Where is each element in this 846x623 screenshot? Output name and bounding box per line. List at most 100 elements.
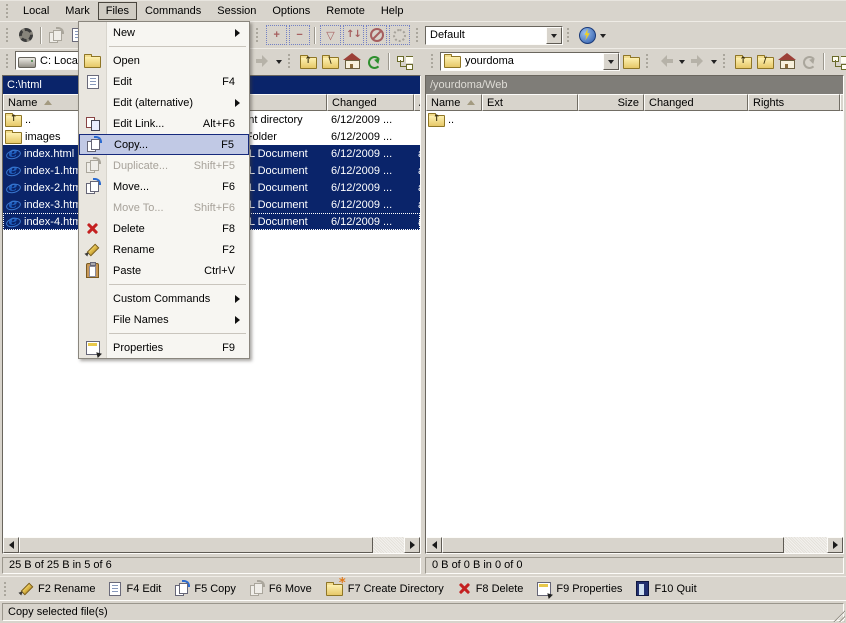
toolbar-grip[interactable] xyxy=(567,28,572,42)
forward-history-dropdown[interactable] xyxy=(709,52,719,70)
explore-directory-button-left[interactable]: \ xyxy=(319,51,341,71)
synchronize-button[interactable] xyxy=(45,25,67,45)
unselect-button[interactable]: − xyxy=(289,25,310,45)
session-combo-arrow[interactable] xyxy=(546,27,562,44)
menu-item-move[interactable]: Move...F6 xyxy=(79,176,249,197)
scrollbar-thumb[interactable] xyxy=(442,537,784,553)
column-name[interactable]: Name xyxy=(426,94,482,111)
forward-arrow-icon xyxy=(691,55,705,67)
toolbar-grip[interactable] xyxy=(288,54,293,68)
menu-options[interactable]: Options xyxy=(264,2,318,20)
preferences-button[interactable] xyxy=(15,25,37,45)
scroll-left-button[interactable] xyxy=(426,537,442,553)
select-button[interactable]: + xyxy=(266,25,287,45)
drive-icon xyxy=(18,57,36,68)
column-owner[interactable]: Owner xyxy=(840,94,843,111)
f4-edit-button[interactable]: F4 Edit xyxy=(102,580,168,598)
file-row[interactable]: ↑.. xyxy=(426,111,843,128)
menu-item-edit[interactable]: EditF4 xyxy=(79,71,249,92)
session-combo[interactable]: Default xyxy=(425,26,563,45)
column-rights[interactable]: Rights xyxy=(748,94,840,111)
directory-tree-button-right[interactable] xyxy=(828,51,846,71)
restore-selection-button[interactable] xyxy=(389,25,410,45)
directory-tree-button-left[interactable] xyxy=(393,51,415,71)
column-size[interactable]: Size xyxy=(578,94,644,111)
column-attr[interactable]: Attr xyxy=(414,94,420,111)
toolbar-grip[interactable] xyxy=(4,582,9,596)
menu-item-paste[interactable]: PasteCtrl+V xyxy=(79,260,249,281)
remote-horizontal-scrollbar[interactable] xyxy=(426,537,843,553)
menu-commands[interactable]: Commands xyxy=(137,2,209,20)
toolbar-grip[interactable] xyxy=(646,54,651,68)
toolbar-grip[interactable] xyxy=(6,28,11,42)
menu-files[interactable]: Files xyxy=(98,2,137,20)
column-changed[interactable]: Changed xyxy=(644,94,748,111)
column-name[interactable]: Name xyxy=(3,94,79,111)
f9-properties-button[interactable]: F9 Properties xyxy=(530,580,629,598)
local-horizontal-scrollbar[interactable] xyxy=(3,537,420,553)
scroll-left-button[interactable] xyxy=(3,537,19,553)
back-arrow-icon xyxy=(659,55,673,67)
f6-move-button[interactable]: F6 Move xyxy=(243,580,319,597)
remote-dir-combo[interactable]: yourdoma xyxy=(440,52,620,71)
home-directory-button-right[interactable] xyxy=(776,51,798,71)
scrollbar-thumb[interactable] xyxy=(19,537,373,553)
edit-icon xyxy=(109,582,121,596)
remote-path-bar[interactable]: /yourdoma/Web xyxy=(426,76,843,94)
parent-directory-button-left[interactable]: ↑ xyxy=(297,51,319,71)
menu-help[interactable]: Help xyxy=(373,2,412,20)
f8-delete-button[interactable]: F8 Delete xyxy=(451,580,531,597)
menu-item-custom-commands[interactable]: Custom Commands xyxy=(79,288,249,309)
unselect-all-button[interactable] xyxy=(366,25,387,45)
menu-item-edit-alternative[interactable]: Edit (alternative) xyxy=(79,92,249,113)
refresh-button-right[interactable] xyxy=(798,51,820,71)
f2-rename-button[interactable]: F2 Rename xyxy=(13,580,102,597)
connect-button[interactable] xyxy=(576,25,598,45)
remote-dir-combo-arrow[interactable] xyxy=(603,53,619,70)
explore-directory-button-right[interactable]: / xyxy=(754,51,776,71)
f7-create-directory-button[interactable]: *F7 Create Directory xyxy=(319,579,451,598)
menu-item-new[interactable]: New xyxy=(79,22,249,43)
selection-updown-button[interactable]: ↑↓ xyxy=(343,25,364,45)
refresh-icon xyxy=(803,56,816,69)
scrollbar-track[interactable] xyxy=(784,537,827,553)
menu-item-move-to[interactable]: Move To...Shift+F6 xyxy=(79,197,249,218)
menu-local[interactable]: Local xyxy=(15,2,57,20)
scroll-right-button[interactable] xyxy=(827,537,843,553)
menu-item-file-names[interactable]: File Names xyxy=(79,309,249,330)
menu-session[interactable]: Session xyxy=(209,2,264,20)
back-button-right[interactable] xyxy=(655,51,677,71)
connect-dropdown[interactable] xyxy=(598,26,608,44)
menu-item-edit-link[interactable]: Edit Link...Alt+F6 xyxy=(79,113,249,134)
toolbar-grip[interactable] xyxy=(723,54,728,68)
toolbar-grip[interactable] xyxy=(6,54,11,68)
forward-button-right[interactable] xyxy=(687,51,709,71)
toolbar-grip[interactable] xyxy=(256,28,261,42)
forward-button-left[interactable] xyxy=(252,51,274,71)
f10-quit-button[interactable]: F10 Quit xyxy=(629,579,703,598)
open-directory-button[interactable] xyxy=(620,51,642,71)
toolbar-grip[interactable] xyxy=(431,54,436,68)
column-changed[interactable]: Changed xyxy=(327,94,414,111)
menu-mark[interactable]: Mark xyxy=(57,2,97,20)
f5-copy-button[interactable]: F5 Copy xyxy=(168,580,243,597)
menu-item-properties[interactable]: PropertiesF9 xyxy=(79,337,249,358)
menu-item-open[interactable]: Open xyxy=(79,50,249,71)
back-history-dropdown[interactable] xyxy=(677,52,687,70)
scroll-right-button[interactable] xyxy=(404,537,420,553)
refresh-button-left[interactable] xyxy=(363,51,385,71)
scrollbar-track[interactable] xyxy=(373,537,404,553)
column-ext[interactable]: Ext xyxy=(482,94,578,111)
home-directory-button-left[interactable] xyxy=(341,51,363,71)
toolbar-grip[interactable] xyxy=(416,28,421,42)
drive-combo[interactable]: C: Local D xyxy=(15,51,85,70)
menubar-grip[interactable] xyxy=(6,4,11,18)
menu-item-copy[interactable]: Copy...F5 xyxy=(79,134,249,155)
parent-directory-button-right[interactable]: ↑ xyxy=(732,51,754,71)
menu-item-rename[interactable]: RenameF2 xyxy=(79,239,249,260)
menu-item-duplicate[interactable]: Duplicate...Shift+F5 xyxy=(79,155,249,176)
forward-history-dropdown[interactable] xyxy=(274,52,284,70)
menu-remote[interactable]: Remote xyxy=(318,2,373,20)
menu-item-delete[interactable]: DeleteF8 xyxy=(79,218,249,239)
filter-button[interactable]: ▽ xyxy=(320,25,341,45)
